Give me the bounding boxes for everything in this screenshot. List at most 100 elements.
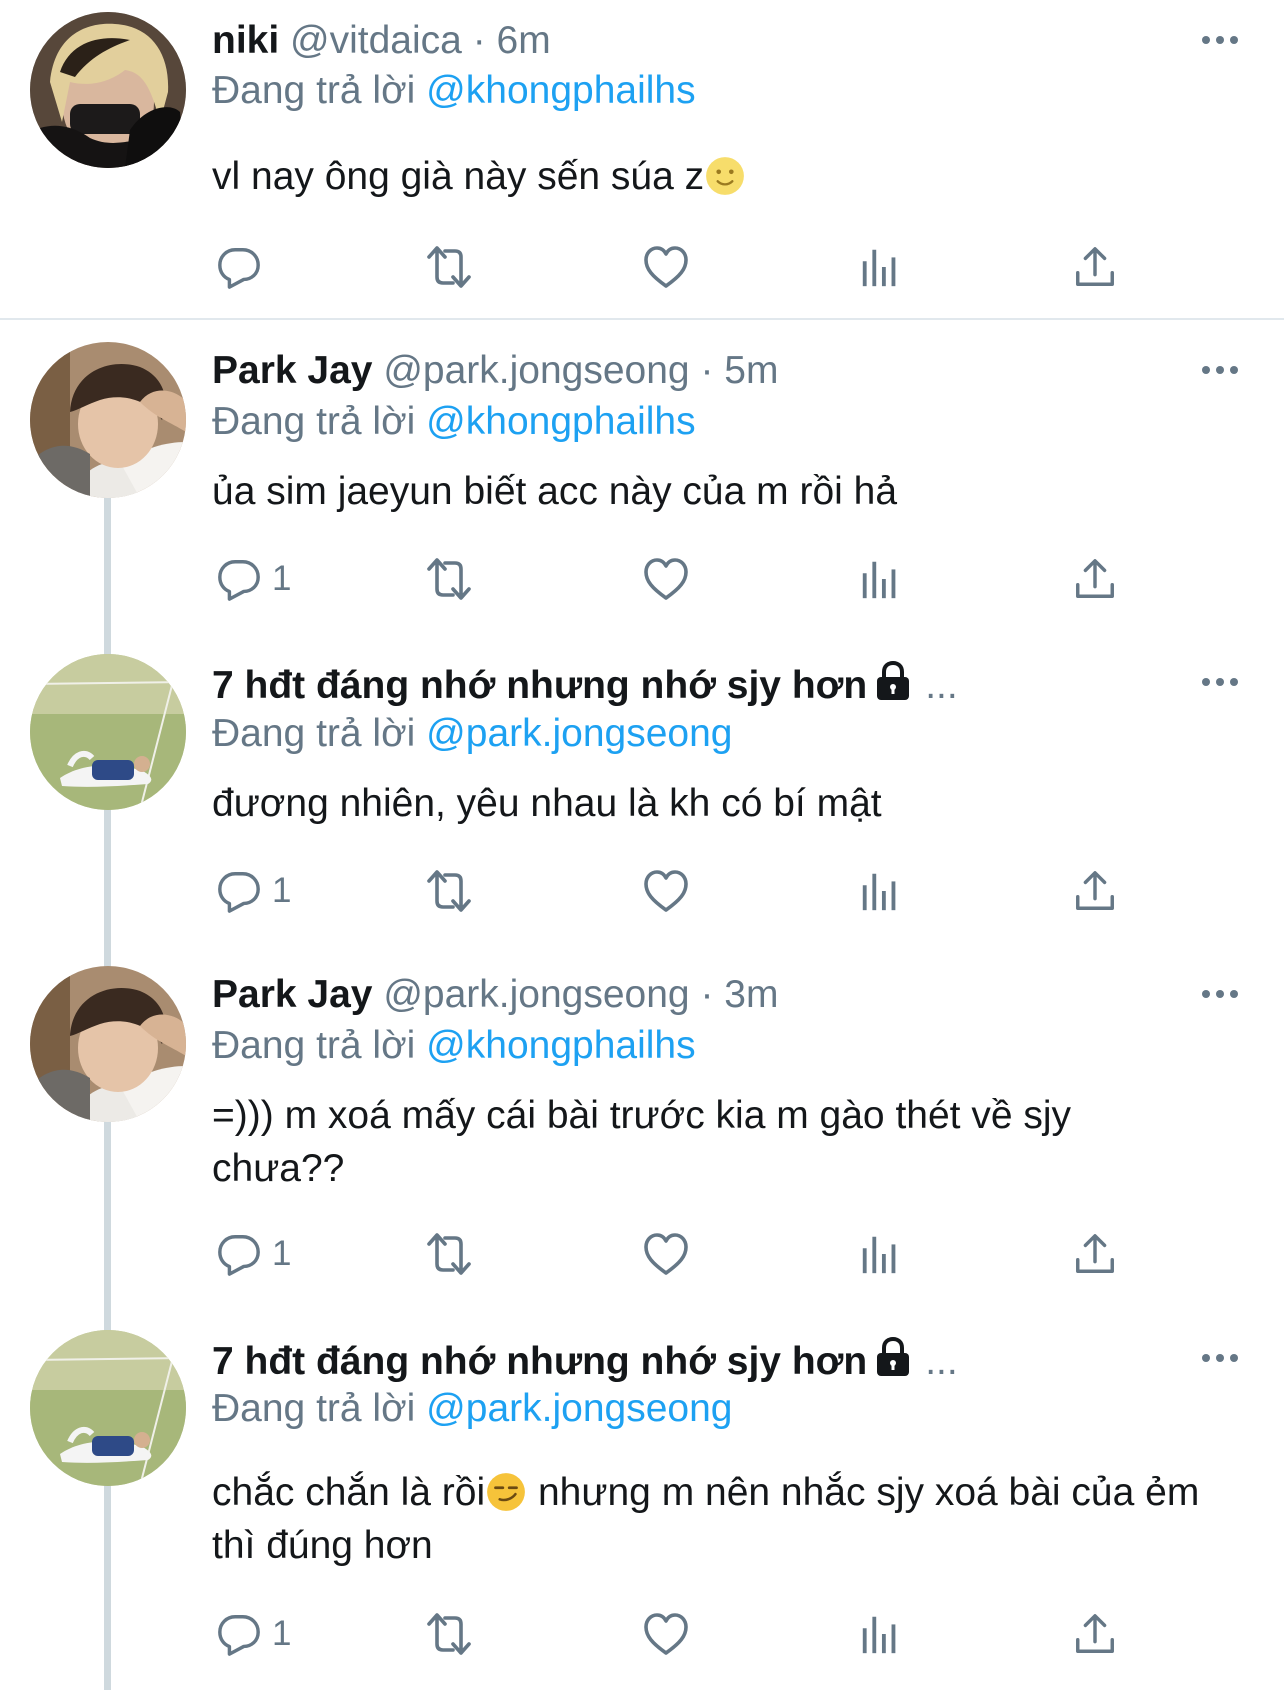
more-icon[interactable] xyxy=(1200,672,1240,692)
user-handle[interactable]: @park.jongseong xyxy=(383,349,689,392)
avatar[interactable] xyxy=(30,654,186,810)
avatar[interactable] xyxy=(30,966,186,1122)
analytics-button[interactable] xyxy=(858,1228,904,1280)
like-button[interactable] xyxy=(642,1608,690,1660)
retweet-button[interactable] xyxy=(421,1228,477,1280)
tweet-header: niki @vitdaica · 6m xyxy=(212,18,551,64)
tweet-text: đương nhiên, yêu nhau là kh có bí mật xyxy=(212,782,882,825)
analytics-button[interactable] xyxy=(858,1608,904,1660)
avatar[interactable] xyxy=(30,12,186,168)
action-bar: 1 xyxy=(212,553,1132,605)
mention-link[interactable]: @park.jongseong xyxy=(426,712,732,755)
action-bar: 1 xyxy=(212,865,1132,917)
reply-button[interactable]: 1 xyxy=(216,865,291,917)
tweet-text-part: chắc chắn là rồi xyxy=(212,1471,486,1514)
analytics-button[interactable] xyxy=(858,553,904,605)
more-icon[interactable] xyxy=(1200,360,1240,380)
user-handle[interactable]: @park.jongseong xyxy=(383,973,689,1016)
retweet-button[interactable] xyxy=(421,553,477,605)
divider xyxy=(0,318,1284,320)
analytics-icon xyxy=(858,243,904,291)
reply-icon xyxy=(216,244,262,290)
tweet-header: 7 hđt đáng nhớ nhưng nhớ sjy hơn... xyxy=(212,1336,958,1385)
like-icon xyxy=(642,555,690,603)
lock-icon xyxy=(873,1336,913,1378)
reply-button[interactable] xyxy=(216,241,272,293)
avatar[interactable] xyxy=(30,1330,186,1486)
reply-count: 1 xyxy=(272,1234,292,1273)
analytics-icon xyxy=(858,1230,904,1278)
smirking-face-icon xyxy=(485,1471,527,1513)
reply-button[interactable]: 1 xyxy=(216,1228,291,1280)
reply-icon xyxy=(216,868,262,914)
action-bar: 1 xyxy=(212,1608,1132,1660)
like-button[interactable] xyxy=(642,865,690,917)
share-icon xyxy=(1072,243,1118,291)
share-button[interactable] xyxy=(1072,865,1118,917)
mention-link[interactable]: @park.jongseong xyxy=(426,1387,732,1430)
more-icon[interactable] xyxy=(1200,30,1240,50)
display-name[interactable]: Park Jay xyxy=(212,973,372,1016)
share-button[interactable] xyxy=(1072,553,1118,605)
replying-to: Đang trả lời @khongphailhs xyxy=(212,399,696,445)
more-icon[interactable] xyxy=(1200,984,1240,1004)
reply-icon xyxy=(216,556,262,602)
mention-link[interactable]: @khongphailhs xyxy=(426,69,695,112)
replying-to: Đang trả lời @khongphailhs xyxy=(212,68,696,114)
replying-to: Đang trả lời @park.jongseong xyxy=(212,1386,732,1432)
name-ellipsis: ... xyxy=(925,664,958,707)
more-icon[interactable] xyxy=(1200,1348,1240,1368)
retweet-button[interactable] xyxy=(421,241,477,293)
tweet-header: 7 hđt đáng nhớ nhưng nhớ sjy hơn... xyxy=(212,660,958,709)
timestamp: · 5m xyxy=(700,349,779,392)
tweet-text: chắc chắn là rồi nhưng m nên nhắc sjy xo… xyxy=(212,1466,1212,1572)
mention-link[interactable]: @khongphailhs xyxy=(426,400,695,443)
analytics-icon xyxy=(858,867,904,915)
analytics-button[interactable] xyxy=(858,241,904,293)
name-ellipsis: ... xyxy=(925,1340,958,1383)
tweet-header: Park Jay @park.jongseong · 5m xyxy=(212,348,778,394)
like-icon xyxy=(642,867,690,915)
action-bar: 1 xyxy=(212,1228,1132,1280)
display-name[interactable]: Park Jay xyxy=(212,349,372,392)
retweet-icon xyxy=(421,867,477,915)
retweet-button[interactable] xyxy=(421,1608,477,1660)
analytics-button[interactable] xyxy=(858,865,904,917)
avatar[interactable] xyxy=(30,342,186,498)
replying-prefix: Đang trả lời xyxy=(212,69,416,112)
retweet-icon xyxy=(421,1610,477,1658)
tweet-text-content: vl nay ông già này sến súa z xyxy=(212,155,705,198)
like-button[interactable] xyxy=(642,553,690,605)
timestamp: · 3m xyxy=(700,973,779,1016)
action-bar xyxy=(212,241,1132,293)
tweet-text: =))) m xoá mấy cái bài trước kia m gào t… xyxy=(212,1094,1072,1190)
share-button[interactable] xyxy=(1072,1608,1118,1660)
retweet-icon xyxy=(421,1230,477,1278)
share-icon xyxy=(1072,1610,1118,1658)
display-name[interactable]: niki xyxy=(212,19,279,62)
user-handle[interactable]: @vitdaica xyxy=(290,19,462,62)
reply-count: 1 xyxy=(272,1614,292,1653)
reply-button[interactable]: 1 xyxy=(216,1608,291,1660)
like-button[interactable] xyxy=(642,1228,690,1280)
share-icon xyxy=(1072,1230,1118,1278)
share-icon xyxy=(1072,555,1118,603)
share-icon xyxy=(1072,867,1118,915)
share-button[interactable] xyxy=(1072,241,1118,293)
reply-button[interactable]: 1 xyxy=(216,553,291,605)
reply-count: 1 xyxy=(272,559,292,598)
display-name[interactable]: 7 hđt đáng nhớ nhưng nhớ sjy hơn xyxy=(212,664,867,707)
retweet-button[interactable] xyxy=(421,865,477,917)
tweet-text: vl nay ông già này sến súa z xyxy=(212,150,1212,203)
tweet-header: Park Jay @park.jongseong · 3m xyxy=(212,972,778,1018)
replying-prefix: Đang trả lời xyxy=(212,1024,416,1067)
like-button[interactable] xyxy=(642,241,690,293)
reply-icon xyxy=(216,1611,262,1657)
share-button[interactable] xyxy=(1072,1228,1118,1280)
display-name[interactable]: 7 hđt đáng nhớ nhưng nhớ sjy hơn xyxy=(212,1340,867,1383)
retweet-icon xyxy=(421,555,477,603)
mention-link[interactable]: @khongphailhs xyxy=(426,1024,695,1067)
reply-icon xyxy=(216,1231,262,1277)
replying-prefix: Đang trả lời xyxy=(212,1387,416,1430)
slightly-smiling-face-icon xyxy=(704,155,746,197)
